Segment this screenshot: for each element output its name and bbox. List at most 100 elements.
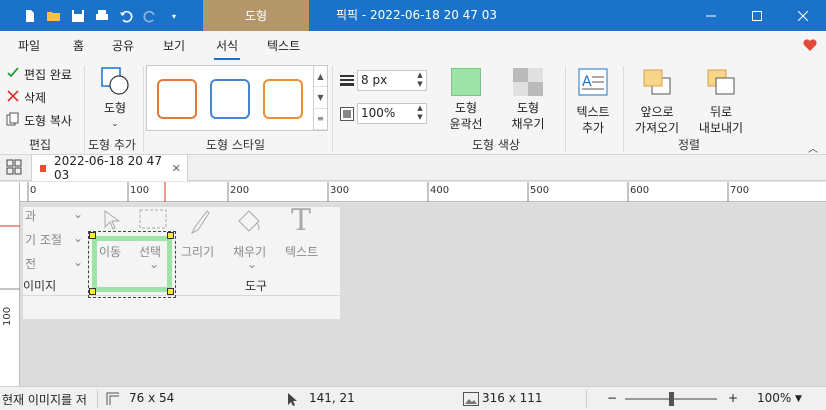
resize-handle[interactable] xyxy=(89,232,96,239)
shape-button[interactable]: 도형 ⌄ xyxy=(98,66,132,132)
image-text: 텍스트 xyxy=(285,245,319,259)
gallery-more-icon[interactable]: ≡ xyxy=(314,109,327,130)
style-orange[interactable] xyxy=(157,79,197,119)
tab-home[interactable]: 홈 xyxy=(73,37,84,54)
image-size: 316 x 111 xyxy=(482,391,543,405)
zoom-slider-thumb[interactable] xyxy=(669,392,674,406)
add-text-button[interactable]: A 텍스트 추가 xyxy=(571,68,615,136)
add-text-label-1: 텍스트 xyxy=(576,105,610,119)
context-tab-shape[interactable]: 도형 xyxy=(203,0,309,31)
canvas-area[interactable]: 과 ⌄ 기 조절 ⌄ 전 ⌄ 이미지 이동 선택 T 그리기 채우기 텍스트 ⌄… xyxy=(20,203,826,386)
tab-file[interactable]: 파일 xyxy=(18,37,40,54)
style-light-orange[interactable] xyxy=(263,79,303,119)
undo-icon[interactable] xyxy=(116,6,136,26)
gallery-down-icon[interactable]: ▼ xyxy=(314,87,327,109)
customize-qat-icon[interactable]: ▾ xyxy=(164,6,184,26)
quick-access-toolbar: ▾ xyxy=(20,5,184,27)
captured-image: 과 ⌄ 기 조절 ⌄ 전 ⌄ 이미지 이동 선택 T 그리기 채우기 텍스트 ⌄… xyxy=(23,203,340,319)
delete-icon xyxy=(6,89,20,106)
delete-button[interactable]: 삭제 xyxy=(6,87,46,107)
spin-arrows-icon[interactable]: ▲ ▼ xyxy=(414,71,426,90)
open-folder-icon[interactable] xyxy=(44,6,64,26)
title-bar: ▾ 도형 픽픽 - 2022-06-18 20 47 03 xyxy=(0,0,826,31)
zoom-dropdown-icon[interactable]: ▼ xyxy=(795,394,802,404)
vertical-ruler: 100 xyxy=(0,182,20,386)
delete-label: 삭제 xyxy=(24,90,47,105)
horizontal-ruler: 0 100 200 300 400 500 600 700 xyxy=(20,182,826,202)
send-backward-label-2: 내보내기 xyxy=(698,121,744,135)
edit-group-label: 편집 xyxy=(29,138,52,152)
copy-shape-button[interactable]: 도형 복사 xyxy=(6,110,72,130)
new-file-icon[interactable] xyxy=(20,6,40,26)
shape-color-group-label: 도형 색상 xyxy=(472,138,520,152)
document-tab-label: 2022-06-18 20 47 03 xyxy=(54,154,162,182)
bring-forward-icon xyxy=(642,68,672,100)
line-width-icon xyxy=(340,74,354,89)
redo-icon[interactable] xyxy=(140,6,160,26)
chevron-down-icon: ⌄ xyxy=(73,231,84,245)
zoom-level[interactable]: 100% xyxy=(757,391,791,405)
spin-arrows-icon[interactable]: ▲ ▼ xyxy=(414,104,426,123)
outline-label-1: 도형 xyxy=(454,101,478,115)
resize-handle[interactable] xyxy=(89,288,96,295)
minimize-button[interactable] xyxy=(688,0,734,31)
zoom-in-button[interactable]: + xyxy=(728,391,738,405)
edit-done-button[interactable]: 편집 완료 xyxy=(6,64,72,84)
collapse-ribbon-icon[interactable]: ︿ xyxy=(808,140,818,155)
opacity-icon xyxy=(340,107,354,124)
image-text: 전 xyxy=(25,257,37,271)
chevron-down-icon: ⌄ xyxy=(73,255,84,269)
chevron-down-icon: ⌄ xyxy=(111,119,119,128)
send-backward-button[interactable]: 뒤로 내보내기 xyxy=(694,68,748,136)
window-title: 픽픽 - 2022-06-18 20 47 03 xyxy=(336,8,498,22)
edit-done-label: 편집 완료 xyxy=(24,67,72,82)
resize-handle[interactable] xyxy=(167,288,174,295)
chevron-down-icon: ⌄ xyxy=(73,207,84,221)
bring-forward-label-1: 앞으로 xyxy=(640,105,674,119)
line-width-stepper[interactable]: 8 px ▲ ▼ xyxy=(357,70,427,91)
cursor-position-icon xyxy=(287,392,299,409)
print-icon[interactable] xyxy=(92,6,112,26)
grid-view-icon[interactable] xyxy=(6,159,24,177)
maximize-button[interactable] xyxy=(734,0,780,31)
bring-forward-button[interactable]: 앞으로 가져오기 xyxy=(630,68,684,136)
status-bar: 현재 이미지를 저 76 x 54 141, 21 316 x 111 − + … xyxy=(0,386,826,410)
heart-icon[interactable] xyxy=(802,37,818,53)
gallery-up-icon[interactable]: ▲ xyxy=(314,66,327,88)
document-tab[interactable]: 2022-06-18 20 47 03 ✕ xyxy=(31,154,188,182)
tab-share[interactable]: 공유 xyxy=(112,37,134,54)
opacity-stepper[interactable]: 100% ▲ ▼ xyxy=(357,103,427,124)
brush-icon xyxy=(187,209,211,238)
ruler-tick-label: 100 xyxy=(2,306,13,326)
ruler-tick-label: 0 xyxy=(30,185,37,196)
status-text: 현재 이미지를 저 xyxy=(2,393,87,407)
ruler-tick-label: 100 xyxy=(130,185,150,196)
shape-button-label: 도형 xyxy=(103,101,127,115)
ruler-tick-label: 700 xyxy=(730,185,750,196)
green-rectangle-shape[interactable] xyxy=(92,236,172,292)
tab-format[interactable]: 서식 xyxy=(213,37,241,60)
save-icon[interactable] xyxy=(68,6,88,26)
outline-color-swatch xyxy=(451,68,481,96)
document-tabs: 2022-06-18 20 47 03 ✕ xyxy=(0,154,826,182)
image-text: 그리기 xyxy=(181,245,215,259)
resize-handle[interactable] xyxy=(167,232,174,239)
close-tab-icon[interactable]: ✕ xyxy=(172,162,181,175)
checkmark-icon xyxy=(6,66,20,83)
close-button[interactable] xyxy=(780,0,826,31)
ruler-tick-label: 400 xyxy=(430,185,450,196)
shape-icon xyxy=(100,66,130,100)
style-blue[interactable] xyxy=(210,79,250,119)
ribbon: 편집 완료 삭제 도형 복사 편집 도형 ⌄ 도형 추가 ▲ ▼ ≡ 도형 스타… xyxy=(0,60,826,155)
image-text: 과 xyxy=(25,209,37,223)
zoom-out-button[interactable]: − xyxy=(607,391,617,405)
add-text-label-2: 추가 xyxy=(581,121,605,135)
selected-shape[interactable] xyxy=(88,231,176,298)
send-backward-icon xyxy=(706,68,736,100)
shape-fill-button[interactable]: 도형 채우기 xyxy=(503,68,553,132)
select-icon xyxy=(139,209,167,232)
tab-view[interactable]: 보기 xyxy=(163,37,185,54)
tab-text[interactable]: 텍스트 xyxy=(267,37,300,54)
bring-forward-label-2: 가져오기 xyxy=(634,121,680,135)
shape-outline-button[interactable]: 도형 윤곽선 xyxy=(443,68,489,132)
